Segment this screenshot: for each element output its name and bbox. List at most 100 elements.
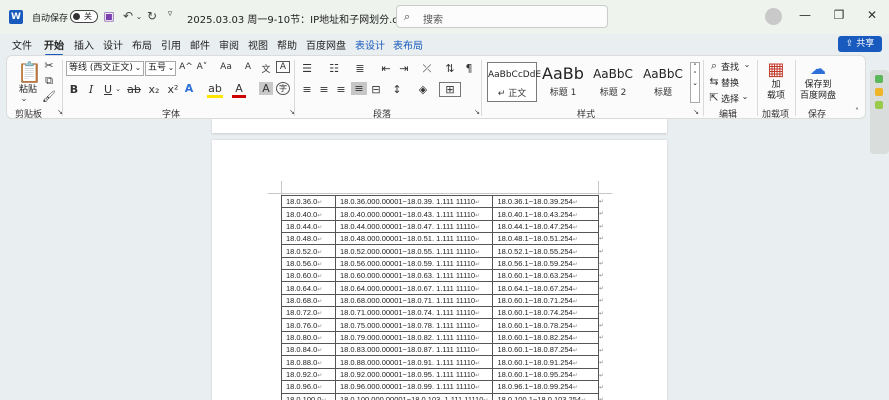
table-cell[interactable]: 18.0.48.0↵ (281, 232, 336, 246)
tab-baidu-netdisk[interactable]: 百度网盘 (306, 37, 346, 52)
table-cell[interactable]: 18.0.92.000.00001~18.0.95. 1.111 11110↵ (334, 367, 494, 382)
table-cell[interactable]: 18.0.83.000.00001~18.0.87. 1.111 11110↵ (334, 343, 494, 357)
table-cell[interactable]: 18.0.80.0↵ (281, 330, 336, 345)
table-cell[interactable]: 18.0.96.1~18.0.99.254↵ (492, 380, 600, 394)
clear-formatting-icon[interactable]: A (241, 62, 255, 72)
search-box[interactable]: ⌕ 搜索 (396, 5, 608, 28)
character-shading-icon[interactable]: A (259, 82, 273, 95)
table-cell[interactable]: 18.0.48.1~18.0.51.254↵ (492, 232, 600, 246)
tab-references[interactable]: 引用 (161, 37, 181, 52)
collapse-ribbon-icon[interactable]: ˄ (850, 107, 864, 116)
replace-icon[interactable]: ⇆ (707, 75, 721, 88)
avatar[interactable] (765, 8, 782, 25)
table-cell[interactable]: 18.0.92.0↵ (281, 367, 336, 382)
save-icon[interactable]: ▣ (101, 9, 117, 23)
tab-help[interactable]: 帮助 (277, 37, 297, 52)
restore-button[interactable]: ❐ (829, 8, 849, 22)
table-cell[interactable]: 18.0.60.0↵ (281, 269, 336, 283)
table-cell[interactable]: 18.0.75.000.00001~18.0.78. 1.111 11110↵ (334, 318, 494, 332)
table-cell[interactable]: 18.0.64.0↵ (281, 281, 336, 295)
table-cell[interactable]: 18.0.60.1~18.0.91.254↵ (492, 355, 600, 369)
table-cell[interactable]: 18.0.60.1~18.0.71.254↵ (492, 293, 600, 308)
select-dropdown-icon[interactable]: ⌄ (738, 92, 752, 101)
table-cell[interactable]: 18.0.60.1~18.0.82.254↵ (492, 330, 600, 345)
tab-layout[interactable]: 布局 (132, 37, 152, 52)
tab-view[interactable]: 视图 (248, 37, 268, 52)
side-tool-icon[interactable] (875, 88, 883, 96)
select-label[interactable]: 选择 (721, 92, 739, 105)
tab-design[interactable]: 设计 (103, 37, 123, 52)
table-cell[interactable]: 18.0.52.0↵ (281, 244, 336, 258)
shading-icon[interactable]: ◈ (416, 83, 430, 96)
tab-table-design[interactable]: 表设计 (355, 37, 385, 52)
title-dropdown-icon[interactable]: ⌄ (376, 10, 392, 20)
table-cell[interactable]: 18.0.100.000.00001~18.0.103. 1.111 11110… (334, 392, 494, 400)
add-ins-label[interactable]: 加 载项 (761, 80, 791, 102)
borders-icon[interactable]: ⊞ (439, 82, 461, 97)
side-add-icon[interactable] (875, 75, 883, 83)
table-cell[interactable]: 18.0.60.1~18.0.63.254↵ (492, 269, 600, 283)
highlight-icon[interactable]: ab (207, 82, 223, 98)
table-cell[interactable]: 18.0.96.000.00001~18.0.99. 1.111 11110↵ (334, 380, 494, 394)
italic-button[interactable]: I (84, 83, 98, 96)
table-cell[interactable]: 18.0.72.0↵ (281, 306, 336, 320)
numbering-icon[interactable]: ☷ (327, 62, 341, 75)
close-button[interactable]: ✕ (862, 8, 882, 22)
enclose-characters-icon[interactable]: 字 (276, 82, 290, 95)
text-effects-icon[interactable]: A (182, 82, 196, 95)
superscript-button[interactable]: x² (165, 83, 181, 96)
side-panel[interactable] (870, 70, 889, 154)
decrease-indent-icon[interactable]: ⇤ (379, 62, 393, 75)
table-cell[interactable]: 18.0.36.1~18.0.39.254↵ (492, 194, 600, 209)
table-cell[interactable]: 18.0.60.000.00001~18.0.63. 1.111 11110↵ (334, 269, 494, 283)
table-cell[interactable]: 18.0.60.1~18.0.78.254↵ (492, 318, 600, 332)
align-center-icon[interactable]: ≡ (317, 83, 331, 96)
table-cell[interactable]: 18.0.68.000.00001~18.0.71. 1.111 11110↵ (334, 293, 494, 308)
baidu-cloud-icon[interactable]: ☁ (807, 59, 829, 78)
table-cell[interactable]: 18.0.44.1~18.0.47.254↵ (492, 219, 600, 234)
customize-toolbar-icon[interactable]: ▿ (162, 9, 178, 19)
find-dropdown-icon[interactable]: ⌄ (740, 60, 754, 69)
more-styles-icon[interactable]: ⌄ (691, 79, 699, 87)
paste-dropdown-icon[interactable]: ⌄ (17, 94, 31, 103)
style-heading-2[interactable]: AaBbC 标题 2 (588, 62, 638, 102)
clipboard-launcher-icon[interactable]: ↘ (53, 108, 67, 116)
add-ins-icon[interactable]: ▦ (765, 59, 787, 80)
table-cell[interactable]: 18.0.56.0↵ (281, 256, 336, 271)
redo-icon[interactable]: ↻ (144, 9, 160, 23)
strikethrough-button[interactable]: ab (126, 83, 142, 96)
cut-icon[interactable]: ✂ (42, 59, 56, 72)
table-cell[interactable]: 18.0.40.000.00001~18.0.43. 1.111 11110↵ (334, 207, 494, 221)
autosave-toggle[interactable]: 关 (70, 10, 98, 23)
justify-icon[interactable]: ≡ (351, 82, 367, 95)
find-label[interactable]: 查找 (721, 60, 739, 73)
shrink-font-icon[interactable]: A˅ (195, 62, 209, 72)
grow-font-icon[interactable]: A^ (179, 62, 193, 72)
show-marks-icon[interactable]: ¶ (462, 62, 476, 75)
change-case-icon[interactable]: Aa (217, 62, 235, 72)
font-size-dropdown-icon[interactable]: ⌄ (164, 63, 178, 72)
font-name-dropdown-icon[interactable]: ⌄ (131, 63, 145, 72)
table-cell[interactable]: 18.0.36.000.00001~18.0.39. 1.111 11110↵ (334, 194, 494, 209)
table-cell[interactable]: 18.0.100.0↵ (281, 392, 336, 400)
paste-icon[interactable]: 📋 (17, 60, 42, 84)
table-cell[interactable]: 18.0.64.1~18.0.67.254↵ (492, 281, 600, 295)
style-heading-1[interactable]: AaBb 标题 1 (538, 62, 588, 102)
side-tool-icon[interactable] (875, 101, 883, 109)
share-button[interactable]: ⇪ 共享 (838, 36, 882, 52)
table-cell[interactable]: 18.0.44.000.00001~18.0.47. 1.111 11110↵ (334, 219, 494, 234)
font-color-icon[interactable]: A (232, 82, 246, 98)
tab-table-layout[interactable]: 表布局 (393, 37, 423, 52)
sort-icon[interactable]: ⇅ (443, 62, 457, 75)
table-cell[interactable]: 18.0.56.1~18.0.59.254↵ (492, 256, 600, 271)
select-icon[interactable]: ⇱ (707, 91, 721, 104)
minimize-button[interactable]: — (795, 8, 815, 22)
align-left-icon[interactable]: ≡ (300, 83, 314, 96)
table-cell[interactable]: 18.0.52.1~18.0.55.254↵ (492, 244, 600, 258)
align-right-icon[interactable]: ≡ (334, 83, 348, 96)
table-cell[interactable]: 18.0.56.000.00001~18.0.59. 1.111 11110↵ (334, 256, 494, 271)
table-cell[interactable]: 18.0.79.000.00001~18.0.82. 1.111 11110↵ (334, 330, 494, 345)
table-cell[interactable]: 18.0.40.1~18.0.43.254↵ (492, 207, 600, 221)
phonetic-guide-icon[interactable]: 文 (259, 62, 273, 75)
tab-insert[interactable]: 插入 (74, 37, 94, 52)
